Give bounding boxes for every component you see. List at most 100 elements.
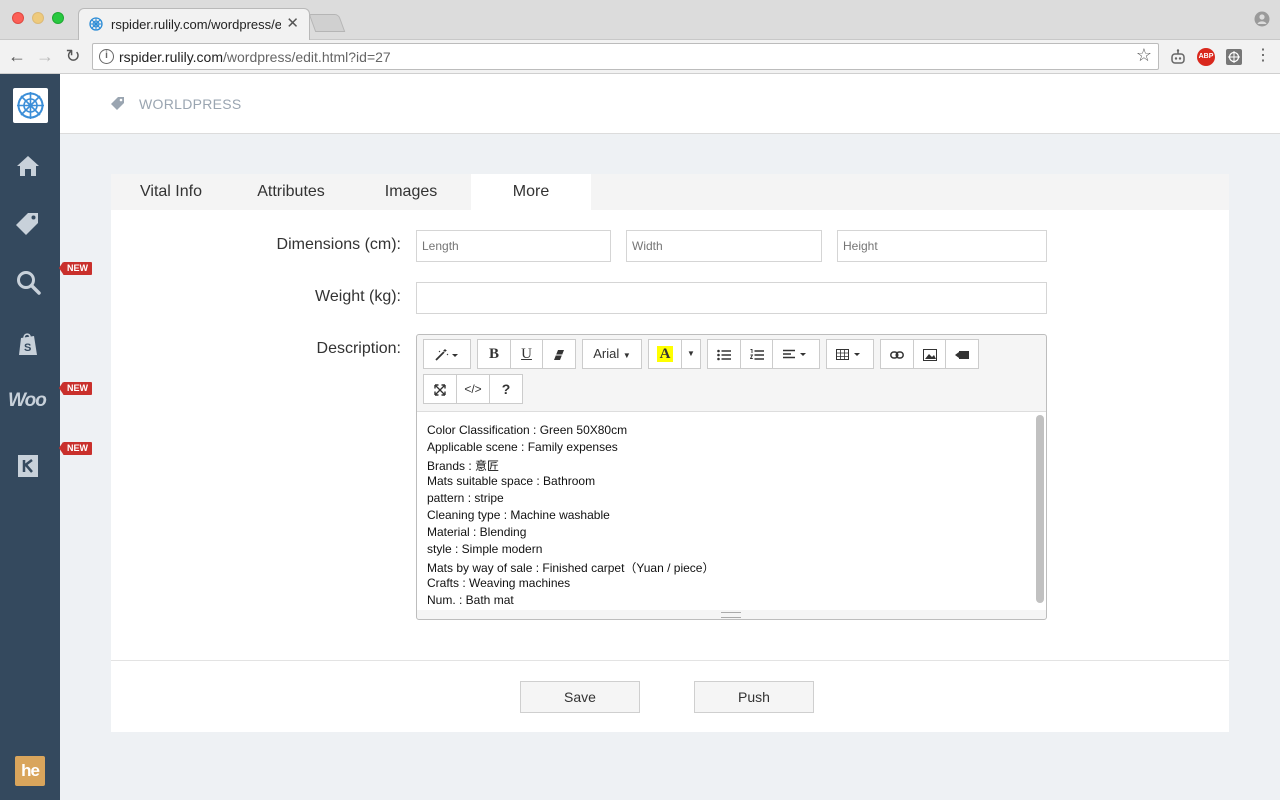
dimensions-label: Dimensions (cm):: [276, 236, 401, 253]
caret-down-icon: ▼: [687, 349, 695, 358]
reload-icon[interactable]: ↻: [62, 45, 84, 67]
tab-bar: Vital Info Attributes Images More: [111, 174, 1229, 210]
code-view-button[interactable]: </>: [456, 374, 490, 404]
menu-kebab-icon[interactable]: ⋮: [1252, 45, 1274, 67]
tab-vital-info[interactable]: Vital Info: [111, 174, 231, 210]
editor-resize-handle[interactable]: [721, 612, 741, 618]
address-bar[interactable]: i rspider.rulily.com/wordpress/edit.html…: [92, 43, 1159, 70]
info-icon[interactable]: i: [99, 49, 114, 64]
unordered-list-button[interactable]: [707, 339, 741, 369]
underline-button[interactable]: U: [510, 339, 543, 369]
close-icon[interactable]: ✕: [286, 14, 299, 32]
caret-down-icon: ▼: [622, 351, 631, 360]
bookmark-star-icon[interactable]: ☆: [1136, 45, 1152, 66]
tag-icon: [111, 97, 124, 110]
new-badge: NEW: [59, 442, 92, 455]
url-text: rspider.rulily.com/wordpress/edit.html?i…: [119, 49, 391, 65]
magic-wand-icon: [435, 348, 458, 361]
bold-button[interactable]: B: [477, 339, 511, 369]
width-input[interactable]: [626, 230, 822, 262]
edit-card: Vital Info Attributes Images More Dimens…: [111, 174, 1229, 732]
editor-line: pattern : stripe: [427, 491, 504, 505]
editor-line: Crafts : Weaving machines: [427, 576, 571, 590]
rich-text-editor: B U Arial ▼ A ▼ </> ? Color Classificati…: [416, 334, 1047, 620]
window-close-button[interactable]: [12, 12, 24, 24]
adblock-icon[interactable]: ABP: [1197, 48, 1215, 66]
link-icon: [890, 350, 904, 359]
new-badge: NEW: [59, 382, 92, 395]
font-family-dropdown[interactable]: Arial ▼: [582, 339, 642, 369]
height-input[interactable]: [837, 230, 1047, 262]
browser-toolbar: ← → ↻ i rspider.rulily.com/wordpress/edi…: [0, 40, 1280, 74]
image-icon: [922, 348, 937, 361]
new-badge: NEW: [59, 262, 92, 275]
editor-line: Color Classification : Green 50X80cm: [427, 423, 628, 437]
editor-line: Brands : 意匠: [427, 459, 500, 473]
video-button[interactable]: [945, 339, 979, 369]
table-dropdown[interactable]: [826, 339, 874, 369]
tab-images[interactable]: Images: [351, 174, 471, 210]
editor-scrollbar[interactable]: [1036, 415, 1044, 603]
ordered-list-button[interactable]: [740, 339, 773, 369]
r-icon[interactable]: [14, 452, 42, 480]
editor-line: Material : Blending: [427, 525, 527, 539]
bullet-list-icon: [717, 349, 731, 360]
help-button[interactable]: ?: [489, 374, 523, 404]
eraser-button[interactable]: [542, 339, 576, 369]
forward-icon[interactable]: →: [34, 45, 56, 67]
length-input[interactable]: [416, 230, 611, 262]
divider: [111, 660, 1229, 661]
woo-icon[interactable]: Woo: [8, 390, 52, 418]
video-icon: [955, 350, 969, 359]
numbered-list-icon: [749, 348, 764, 360]
page-header: WORLDPRESS: [60, 74, 1280, 134]
settings-ext-icon[interactable]: [1225, 48, 1243, 66]
highlight-color-button[interactable]: A: [648, 339, 682, 369]
he-logo[interactable]: he: [15, 756, 45, 786]
color-dropdown-button[interactable]: ▼: [681, 339, 701, 369]
browser-tabstrip: rspider.rulily.com/wordpress/e ✕: [0, 0, 1280, 41]
tag-icon[interactable]: [14, 210, 42, 238]
weight-input[interactable]: [416, 282, 1047, 314]
font-family-value: Arial: [593, 346, 620, 361]
window-maximize-button[interactable]: [52, 12, 64, 24]
editor-line: style : Simple modern: [427, 542, 543, 556]
editor-line: Mats by way of sale : Finished carpet（Yu…: [427, 561, 715, 575]
highlight-icon: A: [656, 346, 674, 362]
editor-content[interactable]: Color Classification : Green 50X80cm App…: [417, 411, 1046, 610]
tab-more[interactable]: More: [471, 174, 591, 210]
profile-icon[interactable]: [1254, 11, 1270, 27]
window-minimize-button[interactable]: [32, 12, 44, 24]
editor-line: Applicable scene : Family expenses: [427, 440, 618, 454]
app-sidebar: S Woo he: [0, 74, 60, 800]
magic-style-button[interactable]: [423, 339, 471, 369]
expand-icon: [434, 383, 446, 396]
spider-web-icon: [89, 17, 103, 31]
editor-line: Mats suitable space : Bathroom: [427, 474, 596, 488]
image-button[interactable]: [913, 339, 946, 369]
paragraph-align-dropdown[interactable]: [772, 339, 820, 369]
eraser-icon: [554, 349, 564, 360]
link-button[interactable]: [880, 339, 914, 369]
save-button[interactable]: Save: [520, 681, 640, 713]
new-tab-button[interactable]: [308, 14, 346, 32]
push-button[interactable]: Push: [694, 681, 814, 713]
weight-label: Weight (kg):: [315, 288, 401, 305]
page-title: WORLDPRESS: [139, 96, 242, 112]
table-icon: [836, 348, 860, 360]
back-icon[interactable]: ←: [6, 45, 28, 67]
robot-icon[interactable]: [1169, 48, 1187, 66]
align-left-icon: [783, 349, 806, 358]
spider-web-icon: [17, 92, 44, 119]
browser-tab-title: rspider.rulily.com/wordpress/e: [111, 17, 281, 32]
svg-text:S: S: [24, 342, 31, 354]
browser-tab[interactable]: rspider.rulily.com/wordpress/e ✕: [78, 8, 310, 41]
editor-line: Cleaning type : Machine washable: [427, 508, 610, 522]
search-icon[interactable]: [14, 268, 42, 296]
description-label: Description:: [316, 340, 401, 357]
tab-attributes[interactable]: Attributes: [231, 174, 351, 210]
shopify-icon[interactable]: S: [14, 330, 42, 358]
fullscreen-button[interactable]: [423, 374, 457, 404]
app-logo[interactable]: [13, 88, 48, 123]
home-icon[interactable]: [14, 152, 42, 180]
